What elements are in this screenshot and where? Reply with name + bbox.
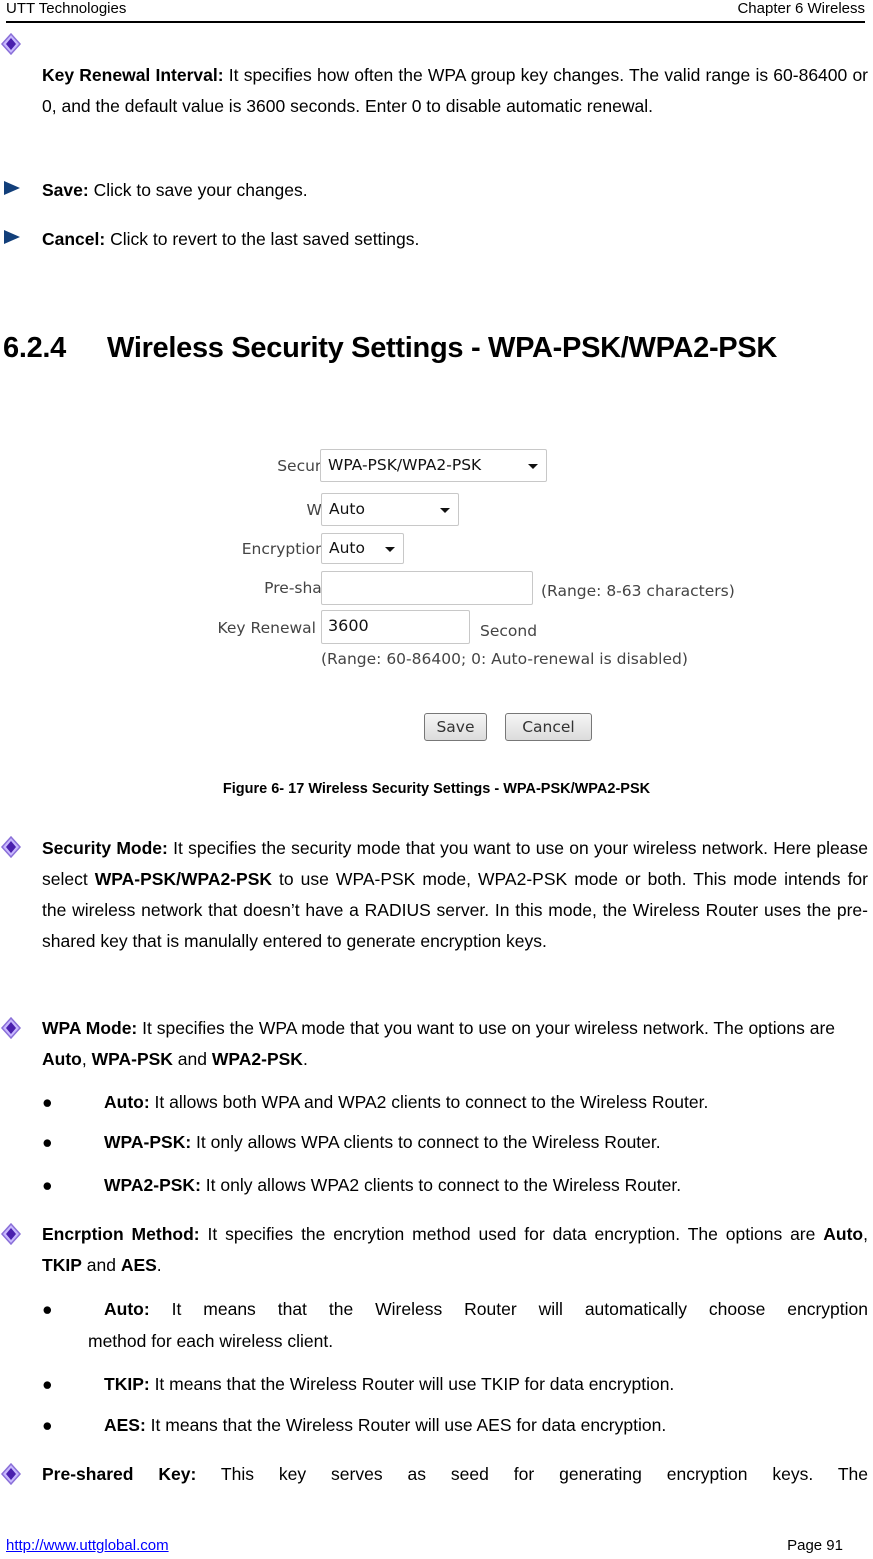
term: Key Renewal Interval:	[42, 65, 224, 85]
diamond-bullet-icon	[0, 836, 22, 858]
arrow-bullet-icon	[4, 181, 20, 195]
key-renewal-input[interactable]: 3600	[321, 610, 470, 644]
diamond-bullet-icon	[0, 33, 22, 55]
bullet-dot: ●	[42, 1299, 53, 1319]
term: WPA-PSK:	[104, 1132, 192, 1152]
option: WPA-PSK	[91, 1049, 173, 1069]
term: Cancel:	[42, 229, 106, 249]
desc: Click to save your changes.	[88, 180, 308, 200]
list-item-continuation: method for each wireless client.	[88, 1331, 334, 1351]
desc: Click to revert to the last saved settin…	[105, 229, 420, 249]
desc: It means that the Wireless Router will u…	[149, 1374, 675, 1394]
cancel-paragraph: Cancel: Click to revert to the last save…	[42, 224, 868, 255]
term: Security Mode:	[42, 838, 168, 858]
chevron-down-icon	[385, 546, 395, 552]
term: TKIP:	[104, 1374, 150, 1394]
pre-shared-key-input[interactable]	[321, 571, 533, 605]
save-paragraph: Save: Click to save your changes.	[42, 175, 868, 206]
term: Auto:	[104, 1299, 150, 1319]
wpa-mode-paragraph: WPA Mode: It specifies the WPA mode that…	[42, 1013, 873, 1075]
key-renewal-hint: (Range: 60-86400; 0: Auto-renewal is dis…	[321, 650, 688, 668]
company-name: UTT Technologies	[6, 0, 127, 17]
term: WPA2-PSK:	[104, 1175, 201, 1195]
desc: It allows both WPA and WPA2 clients to c…	[149, 1092, 709, 1112]
encryption-method-paragraph: Encrption Method: It specifies the encry…	[42, 1219, 868, 1281]
security-mode-paragraph: Security Mode: It specifies the security…	[42, 833, 868, 957]
sep: ,	[863, 1224, 868, 1244]
sep: and	[172, 1049, 212, 1069]
bullet-dot: ●	[42, 1092, 53, 1112]
desc: It means that the Wireless Router will u…	[145, 1415, 667, 1435]
term: Auto:	[104, 1092, 150, 1112]
desc: This key serves as seed for generating e…	[196, 1464, 869, 1484]
bullet-dot: ●	[42, 1415, 53, 1435]
desc: It only allows WPA2 clients to connect t…	[200, 1175, 682, 1195]
section-heading: 6.2.4 Wireless Security Settings - WPA-PS…	[3, 332, 777, 365]
desc: It specifies the encrytion method used f…	[199, 1224, 824, 1244]
sep: .	[156, 1255, 162, 1275]
selected-value: WPA-PSK/WPA2-PSK	[328, 456, 482, 474]
key-renewal-unit: Second	[480, 622, 538, 640]
key-renewal-paragraph: Key Renewal Interval: It specifies how o…	[42, 60, 868, 122]
desc: It means that the Wireless Router will a…	[149, 1299, 868, 1319]
pre-shared-key-paragraph: Pre-shared Key: This key serves as seed …	[42, 1459, 868, 1490]
wpa-mode-select[interactable]: Auto	[321, 493, 459, 526]
chevron-down-icon	[440, 507, 450, 513]
term: WPA Mode:	[42, 1018, 138, 1038]
bullet-dot: ●	[42, 1175, 53, 1195]
term: Encrption Method:	[42, 1224, 200, 1244]
diamond-bullet-icon	[0, 1223, 22, 1245]
sep: .	[302, 1049, 308, 1069]
encryption-method-select[interactable]: Auto	[321, 533, 404, 564]
desc: It only allows WPA clients to connect to…	[191, 1132, 661, 1152]
page-header: UTT Technologies Chapter 6 Wireless	[6, 0, 865, 23]
sep: and	[81, 1255, 121, 1275]
save-button[interactable]: Save	[424, 713, 487, 741]
option: Auto	[823, 1224, 864, 1244]
term: Save:	[42, 180, 89, 200]
bullet-dot: ●	[42, 1374, 53, 1394]
selected-value: Auto	[329, 500, 365, 518]
figure-caption: Figure 6- 17 Wireless Security Settings …	[222, 781, 651, 797]
term: Pre-shared Key:	[42, 1464, 197, 1484]
bold-option: WPA-PSK/WPA2-PSK	[94, 869, 273, 889]
website-link[interactable]: http://www.uttglobal.com	[6, 1537, 169, 1554]
diamond-bullet-icon	[0, 1017, 22, 1039]
option: AES	[120, 1255, 157, 1275]
selected-value: Auto	[329, 539, 365, 557]
section-number: 6.2.4	[3, 332, 66, 364]
page-number: Page 91	[787, 1537, 843, 1554]
section-title: Wireless Security Settings - WPA-PSK/WPA…	[107, 332, 778, 364]
cancel-button[interactable]: Cancel	[505, 713, 592, 741]
arrow-bullet-icon	[4, 230, 20, 244]
option: TKIP	[42, 1255, 82, 1275]
desc: It specifies the WPA mode that you want …	[137, 1018, 836, 1038]
security-mode-select[interactable]: WPA-PSK/WPA2-PSK	[320, 449, 547, 482]
settings-form-figure: Security Mode WPA-PSK/WPA2-PSK WPA Mode …	[100, 440, 780, 760]
option: WPA2-PSK	[211, 1049, 303, 1069]
chapter-title: Chapter 6 Wireless	[737, 0, 865, 17]
pre-shared-key-hint: (Range: 8-63 characters)	[541, 582, 735, 600]
diamond-bullet-icon	[0, 1463, 22, 1485]
term: AES:	[104, 1415, 146, 1435]
chevron-down-icon	[528, 463, 538, 469]
bullet-dot: ●	[42, 1132, 53, 1152]
sep: ,	[81, 1049, 92, 1069]
option: Auto	[42, 1049, 82, 1069]
